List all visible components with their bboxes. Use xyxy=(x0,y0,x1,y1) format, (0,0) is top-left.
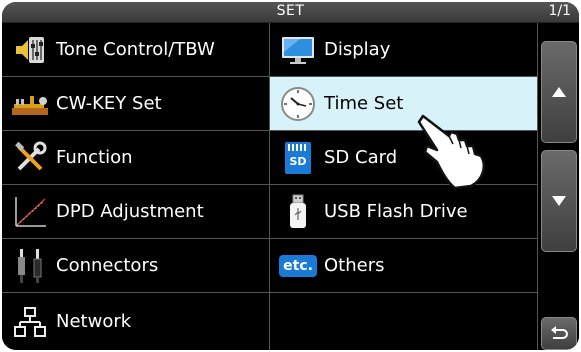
menu-item-label: Network xyxy=(56,311,132,332)
menu-item-time-set[interactable]: Time Set xyxy=(270,77,538,131)
side-button-panel xyxy=(539,23,579,350)
etc-badge-text: etc. xyxy=(279,254,317,277)
menu-item-function[interactable]: Function xyxy=(2,131,270,185)
menu-item-label: Display xyxy=(324,39,391,60)
menu-item-label: Function xyxy=(56,147,133,168)
connectors-icon xyxy=(10,248,50,284)
set-menu-screen: SET 1/1 Tone Control/TBW Display CW-KEY … xyxy=(2,2,579,350)
menu-item-connectors[interactable]: Connectors xyxy=(2,239,270,293)
usb-drive-icon xyxy=(278,194,318,230)
menu-item-usb-flash-drive[interactable]: USB Flash Drive xyxy=(270,185,538,239)
dpd-graph-icon xyxy=(10,194,50,230)
menu-item-sd-card[interactable]: SD SD Card xyxy=(270,131,538,185)
return-button[interactable] xyxy=(541,317,577,350)
menu-item-label: Others xyxy=(324,255,385,276)
menu-item-label: CW-KEY Set xyxy=(56,93,162,114)
monitor-icon xyxy=(278,32,318,68)
triangle-up-icon xyxy=(552,87,566,97)
sd-card-icon: SD xyxy=(278,140,318,176)
pointing-hand-icon xyxy=(417,114,485,190)
tools-icon xyxy=(10,140,50,176)
menu-item-display[interactable]: Display xyxy=(270,23,538,77)
etc-icon: etc. xyxy=(278,248,318,284)
scroll-up-button[interactable] xyxy=(541,41,577,143)
triangle-down-icon xyxy=(552,196,566,206)
menu-item-tone-control[interactable]: Tone Control/TBW xyxy=(2,23,270,77)
title-bar: SET 1/1 xyxy=(2,2,579,23)
screen-title: SET xyxy=(276,3,305,19)
return-arrow-icon xyxy=(551,325,568,339)
cw-key-icon xyxy=(10,86,50,122)
menu-item-label: DPD Adjustment xyxy=(56,201,204,222)
menu-item-label: Tone Control/TBW xyxy=(56,39,215,60)
menu-item-label: Connectors xyxy=(56,255,159,276)
menu-item-network[interactable]: Network xyxy=(2,293,270,350)
menu-item-label: Time Set xyxy=(324,93,404,114)
menu-item-label: USB Flash Drive xyxy=(324,201,468,222)
menu-item-dpd-adjustment[interactable]: DPD Adjustment xyxy=(2,185,270,239)
page-indicator: 1/1 xyxy=(548,3,571,19)
network-icon xyxy=(10,304,50,340)
empty-cell xyxy=(270,293,538,350)
tone-control-icon xyxy=(10,32,50,68)
menu-item-cw-key-set[interactable]: CW-KEY Set xyxy=(2,77,270,131)
clock-icon xyxy=(278,86,318,122)
sd-badge-text: SD xyxy=(289,154,307,168)
scroll-down-button[interactable] xyxy=(541,150,577,252)
menu-item-others[interactable]: etc. Others xyxy=(270,239,538,293)
menu-item-label: SD Card xyxy=(324,147,398,168)
